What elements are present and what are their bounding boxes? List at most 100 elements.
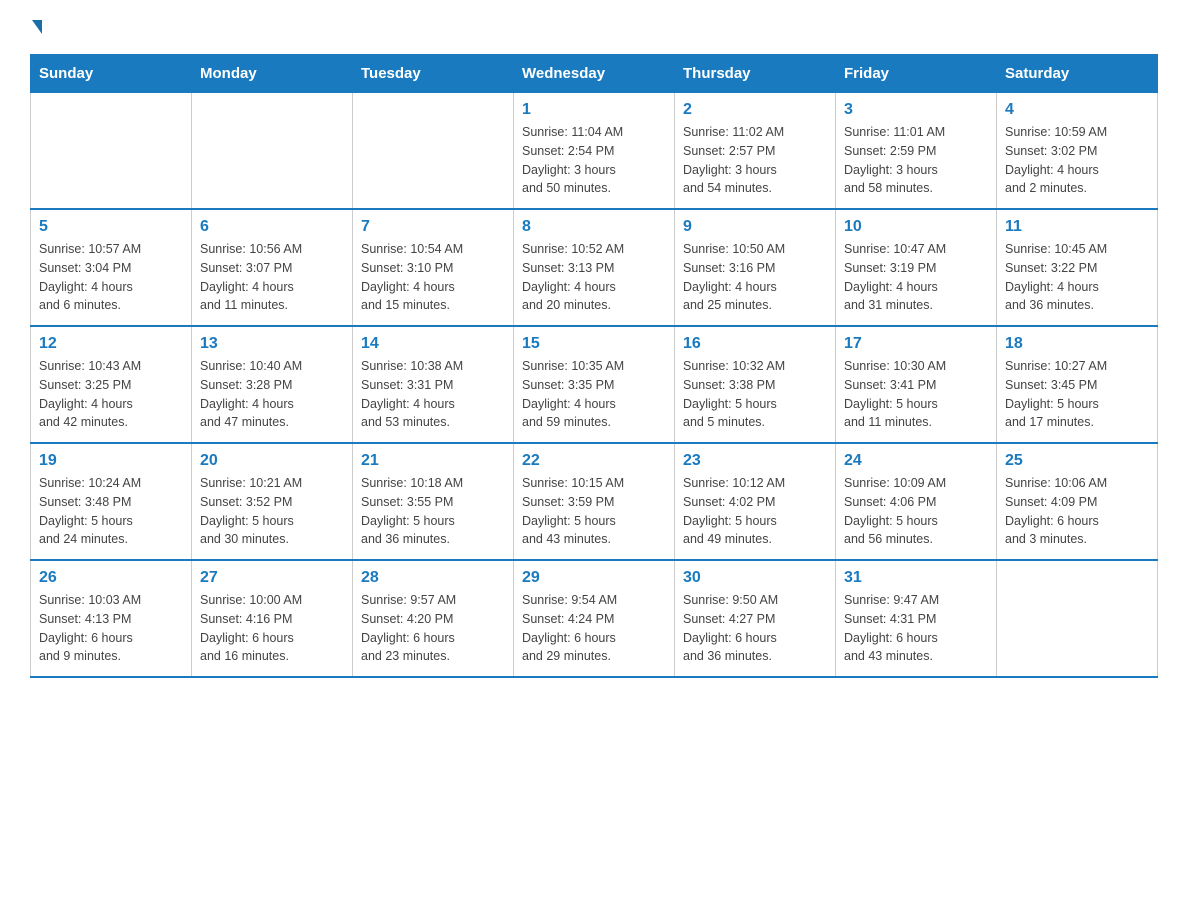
calendar-cell: 17Sunrise: 10:30 AM Sunset: 3:41 PM Dayl…: [836, 326, 997, 443]
day-info: Sunrise: 10:00 AM Sunset: 4:16 PM Daylig…: [200, 591, 344, 666]
calendar-cell: 14Sunrise: 10:38 AM Sunset: 3:31 PM Dayl…: [353, 326, 514, 443]
week-row-3: 12 Sunrise: 10:43 AM Sunset: 3:25 PM Dayl…: [31, 326, 1158, 443]
calendar-cell: [353, 93, 514, 210]
week-row-1: 1Sunrise: 11:04 AM Sunset: 2:54 PM Dayli…: [31, 93, 1158, 210]
calendar-cell: 19Sunrise: 10:24 AM Sunset: 3:48 PM Dayl…: [31, 443, 192, 560]
day-info: Sunrise: 10:32 AM Sunset: 3:38 PM Daylig…: [683, 357, 827, 432]
calendar-cell: 20Sunrise: 10:21 AM Sunset: 3:52 PM Dayl…: [192, 443, 353, 560]
calendar-cell: 15Sunrise: 10:35 AM Sunset: 3:35 PM Dayl…: [514, 326, 675, 443]
calendar-cell: 6 Sunrise: 10:56 AM Sunset: 3:07 PM Dayli…: [192, 209, 353, 326]
calendar-cell: 26 Sunrise: 10:03 AM Sunset: 4:13 PM Dayl…: [31, 560, 192, 677]
calendar-cell: 11Sunrise: 10:45 AM Sunset: 3:22 PM Dayl…: [997, 209, 1158, 326]
calendar-cell: 5 Sunrise: 10:57 AM Sunset: 3:04 PM Dayli…: [31, 209, 192, 326]
header-cell-wednesday: Wednesday: [514, 55, 675, 93]
calendar-header: SundayMondayTuesdayWednesdayThursdayFrid…: [31, 55, 1158, 93]
calendar-cell: 8 Sunrise: 10:52 AM Sunset: 3:13 PM Dayli…: [514, 209, 675, 326]
day-number: 14: [361, 335, 505, 353]
calendar-cell: 4 Sunrise: 10:59 AM Sunset: 3:02 PM Dayli…: [997, 93, 1158, 210]
calendar-cell: 22 Sunrise: 10:15 AM Sunset: 3:59 PM Dayl…: [514, 443, 675, 560]
day-number: 5: [39, 218, 183, 236]
day-info: Sunrise: 10:57 AM Sunset: 3:04 PM Daylig…: [39, 240, 183, 315]
week-row-4: 19Sunrise: 10:24 AM Sunset: 3:48 PM Dayl…: [31, 443, 1158, 560]
day-number: 19: [39, 452, 183, 470]
calendar-cell: 10 Sunrise: 10:47 AM Sunset: 3:19 PM Dayl…: [836, 209, 997, 326]
day-info: Sunrise: 9:47 AM Sunset: 4:31 PM Dayligh…: [844, 591, 988, 666]
day-info: Sunrise: 10:54 AM Sunset: 3:10 PM Daylig…: [361, 240, 505, 315]
calendar-table: SundayMondayTuesdayWednesdayThursdayFrid…: [30, 54, 1158, 678]
day-number: 28: [361, 569, 505, 587]
day-number: 3: [844, 101, 988, 119]
calendar-cell: 30 Sunrise: 9:50 AM Sunset: 4:27 PM Dayli…: [675, 560, 836, 677]
header-cell-saturday: Saturday: [997, 55, 1158, 93]
calendar-cell: 31 Sunrise: 9:47 AM Sunset: 4:31 PM Dayli…: [836, 560, 997, 677]
calendar-cell: 25 Sunrise: 10:06 AM Sunset: 4:09 PM Dayl…: [997, 443, 1158, 560]
calendar-cell: [192, 93, 353, 210]
day-number: 22: [522, 452, 666, 470]
day-number: 27: [200, 569, 344, 587]
calendar-cell: 12 Sunrise: 10:43 AM Sunset: 3:25 PM Dayl…: [31, 326, 192, 443]
day-number: 7: [361, 218, 505, 236]
day-number: 10: [844, 218, 988, 236]
calendar-cell: 27 Sunrise: 10:00 AM Sunset: 4:16 PM Dayl…: [192, 560, 353, 677]
day-info: Sunrise: 9:57 AM Sunset: 4:20 PM Dayligh…: [361, 591, 505, 666]
day-number: 13: [200, 335, 344, 353]
day-info: Sunrise: 10:15 AM Sunset: 3:59 PM Daylig…: [522, 474, 666, 549]
week-row-2: 5 Sunrise: 10:57 AM Sunset: 3:04 PM Dayli…: [31, 209, 1158, 326]
day-number: 2: [683, 101, 827, 119]
day-info: Sunrise: 10:59 AM Sunset: 3:02 PM Daylig…: [1005, 123, 1149, 198]
day-info: Sunrise: 10:43 AM Sunset: 3:25 PM Daylig…: [39, 357, 183, 432]
calendar-cell: 1Sunrise: 11:04 AM Sunset: 2:54 PM Dayli…: [514, 93, 675, 210]
header-cell-tuesday: Tuesday: [353, 55, 514, 93]
day-info: Sunrise: 10:40 AM Sunset: 3:28 PM Daylig…: [200, 357, 344, 432]
calendar-cell: 7 Sunrise: 10:54 AM Sunset: 3:10 PM Dayli…: [353, 209, 514, 326]
day-number: 26: [39, 569, 183, 587]
day-info: Sunrise: 10:50 AM Sunset: 3:16 PM Daylig…: [683, 240, 827, 315]
header-cell-friday: Friday: [836, 55, 997, 93]
day-number: 8: [522, 218, 666, 236]
calendar-cell: 3 Sunrise: 11:01 AM Sunset: 2:59 PM Dayli…: [836, 93, 997, 210]
calendar-cell: [997, 560, 1158, 677]
calendar-cell: 21Sunrise: 10:18 AM Sunset: 3:55 PM Dayl…: [353, 443, 514, 560]
day-number: 11: [1005, 218, 1149, 236]
day-info: Sunrise: 11:02 AM Sunset: 2:57 PM Daylig…: [683, 123, 827, 198]
calendar-body: 1Sunrise: 11:04 AM Sunset: 2:54 PM Dayli…: [31, 93, 1158, 678]
day-info: Sunrise: 11:04 AM Sunset: 2:54 PM Daylig…: [522, 123, 666, 198]
week-row-5: 26 Sunrise: 10:03 AM Sunset: 4:13 PM Dayl…: [31, 560, 1158, 677]
day-number: 30: [683, 569, 827, 587]
day-info: Sunrise: 10:09 AM Sunset: 4:06 PM Daylig…: [844, 474, 988, 549]
logo-triangle-icon: [32, 20, 42, 34]
header-cell-thursday: Thursday: [675, 55, 836, 93]
calendar-cell: 2 Sunrise: 11:02 AM Sunset: 2:57 PM Dayli…: [675, 93, 836, 210]
day-number: 6: [200, 218, 344, 236]
calendar-cell: 23Sunrise: 10:12 AM Sunset: 4:02 PM Dayl…: [675, 443, 836, 560]
day-info: Sunrise: 10:06 AM Sunset: 4:09 PM Daylig…: [1005, 474, 1149, 549]
calendar-cell: 29Sunrise: 9:54 AM Sunset: 4:24 PM Dayli…: [514, 560, 675, 677]
day-number: 20: [200, 452, 344, 470]
logo: [30, 20, 42, 34]
day-info: Sunrise: 10:03 AM Sunset: 4:13 PM Daylig…: [39, 591, 183, 666]
day-info: Sunrise: 10:18 AM Sunset: 3:55 PM Daylig…: [361, 474, 505, 549]
day-number: 4: [1005, 101, 1149, 119]
day-number: 15: [522, 335, 666, 353]
day-number: 9: [683, 218, 827, 236]
day-info: Sunrise: 10:27 AM Sunset: 3:45 PM Daylig…: [1005, 357, 1149, 432]
page-header: [30, 20, 1158, 34]
header-cell-monday: Monday: [192, 55, 353, 93]
day-info: Sunrise: 10:47 AM Sunset: 3:19 PM Daylig…: [844, 240, 988, 315]
day-info: Sunrise: 10:56 AM Sunset: 3:07 PM Daylig…: [200, 240, 344, 315]
calendar-cell: 18 Sunrise: 10:27 AM Sunset: 3:45 PM Dayl…: [997, 326, 1158, 443]
day-number: 18: [1005, 335, 1149, 353]
day-info: Sunrise: 11:01 AM Sunset: 2:59 PM Daylig…: [844, 123, 988, 198]
day-info: Sunrise: 9:54 AM Sunset: 4:24 PM Dayligh…: [522, 591, 666, 666]
day-info: Sunrise: 9:50 AM Sunset: 4:27 PM Dayligh…: [683, 591, 827, 666]
calendar-cell: 13 Sunrise: 10:40 AM Sunset: 3:28 PM Dayl…: [192, 326, 353, 443]
calendar-cell: 16Sunrise: 10:32 AM Sunset: 3:38 PM Dayl…: [675, 326, 836, 443]
day-number: 25: [1005, 452, 1149, 470]
day-info: Sunrise: 10:52 AM Sunset: 3:13 PM Daylig…: [522, 240, 666, 315]
day-number: 31: [844, 569, 988, 587]
day-number: 24: [844, 452, 988, 470]
day-number: 17: [844, 335, 988, 353]
day-number: 12: [39, 335, 183, 353]
calendar-cell: [31, 93, 192, 210]
calendar-cell: 9 Sunrise: 10:50 AM Sunset: 3:16 PM Dayli…: [675, 209, 836, 326]
